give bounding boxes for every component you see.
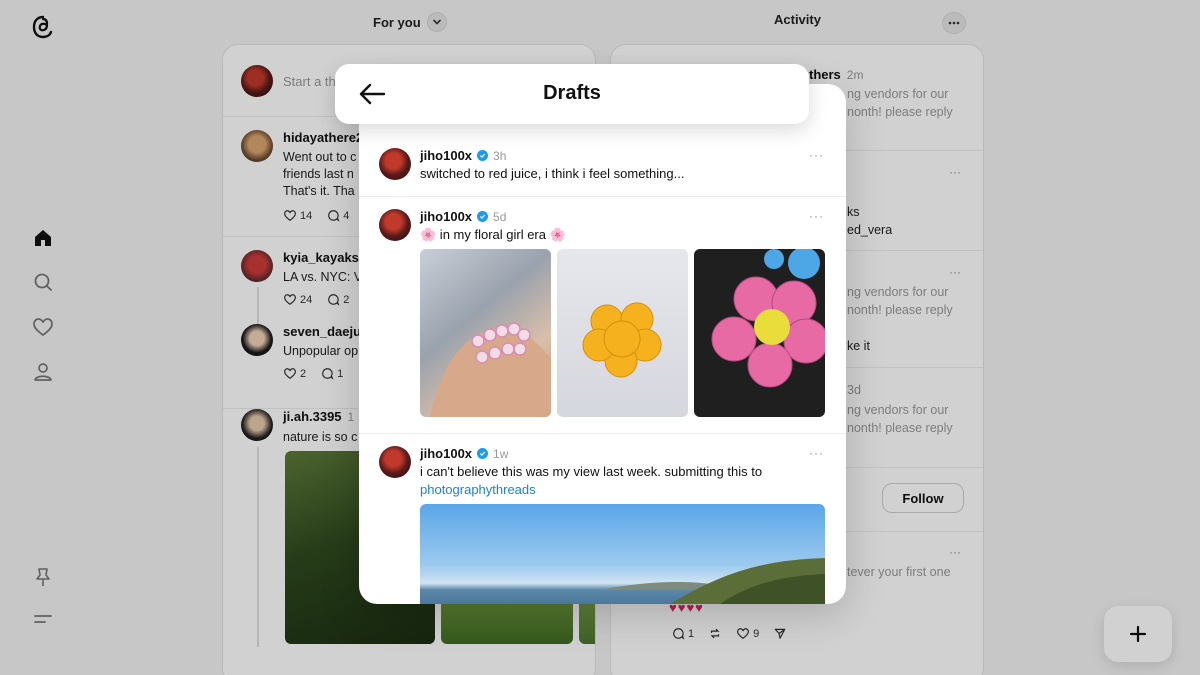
draft-time: 3h (493, 148, 507, 163)
drafts-header: Drafts (335, 64, 809, 124)
flower-emoji: 🌸 (549, 227, 566, 242)
drafts-modal: jiho100x 3h ··· switched to red juice, i… (359, 84, 846, 604)
draft-image-flower-balloon[interactable] (694, 249, 825, 417)
draft-text: 🌸 in my floral girl era 🌸 (420, 227, 566, 243)
draft-header: jiho100x 1w (420, 446, 508, 461)
coast-photo (600, 558, 825, 604)
draft-link[interactable]: photographythreads (420, 482, 536, 497)
draft-item[interactable]: jiho100x 5d ··· 🌸 in my floral girl era … (359, 197, 846, 434)
balloon-photo (711, 249, 825, 388)
draft-image-coast[interactable] (420, 504, 825, 604)
draft-item[interactable]: jiho100x 3h ··· switched to red juice, i… (359, 134, 846, 197)
draft-text: switched to red juice, i think i feel so… (420, 166, 685, 181)
draft-time: 1w (493, 446, 509, 461)
drafts-title: Drafts (543, 82, 601, 104)
draft-more-button[interactable]: ··· (809, 446, 824, 460)
draft-username: jiho100x (420, 148, 473, 163)
draft-header: jiho100x 5d (420, 209, 506, 224)
flower-emoji: 🌸 (420, 227, 437, 242)
draft-more-button[interactable]: ··· (809, 209, 824, 223)
verified-badge-icon (477, 150, 489, 161)
draft-username: jiho100x (420, 446, 473, 461)
verified-badge-icon (477, 211, 489, 222)
avatar (379, 148, 411, 180)
avatar (379, 446, 411, 478)
jelly-photo (582, 302, 662, 378)
verified-badge-icon (477, 448, 489, 459)
draft-text-body: in my floral girl era (436, 227, 550, 242)
draft-username: jiho100x (420, 209, 473, 224)
draft-header: jiho100x 3h (420, 148, 506, 163)
avatar (379, 209, 411, 241)
draft-more-button[interactable]: ··· (809, 148, 824, 162)
draft-image-ring[interactable] (420, 249, 551, 417)
draft-text: i can't believe this was my view last we… (420, 464, 763, 479)
ring-photo (430, 322, 551, 417)
draft-time: 5d (493, 209, 507, 224)
draft-item[interactable]: jiho100x 1w ··· i can't believe this was… (359, 434, 846, 604)
draft-image-flower-jelly[interactable] (557, 249, 688, 417)
